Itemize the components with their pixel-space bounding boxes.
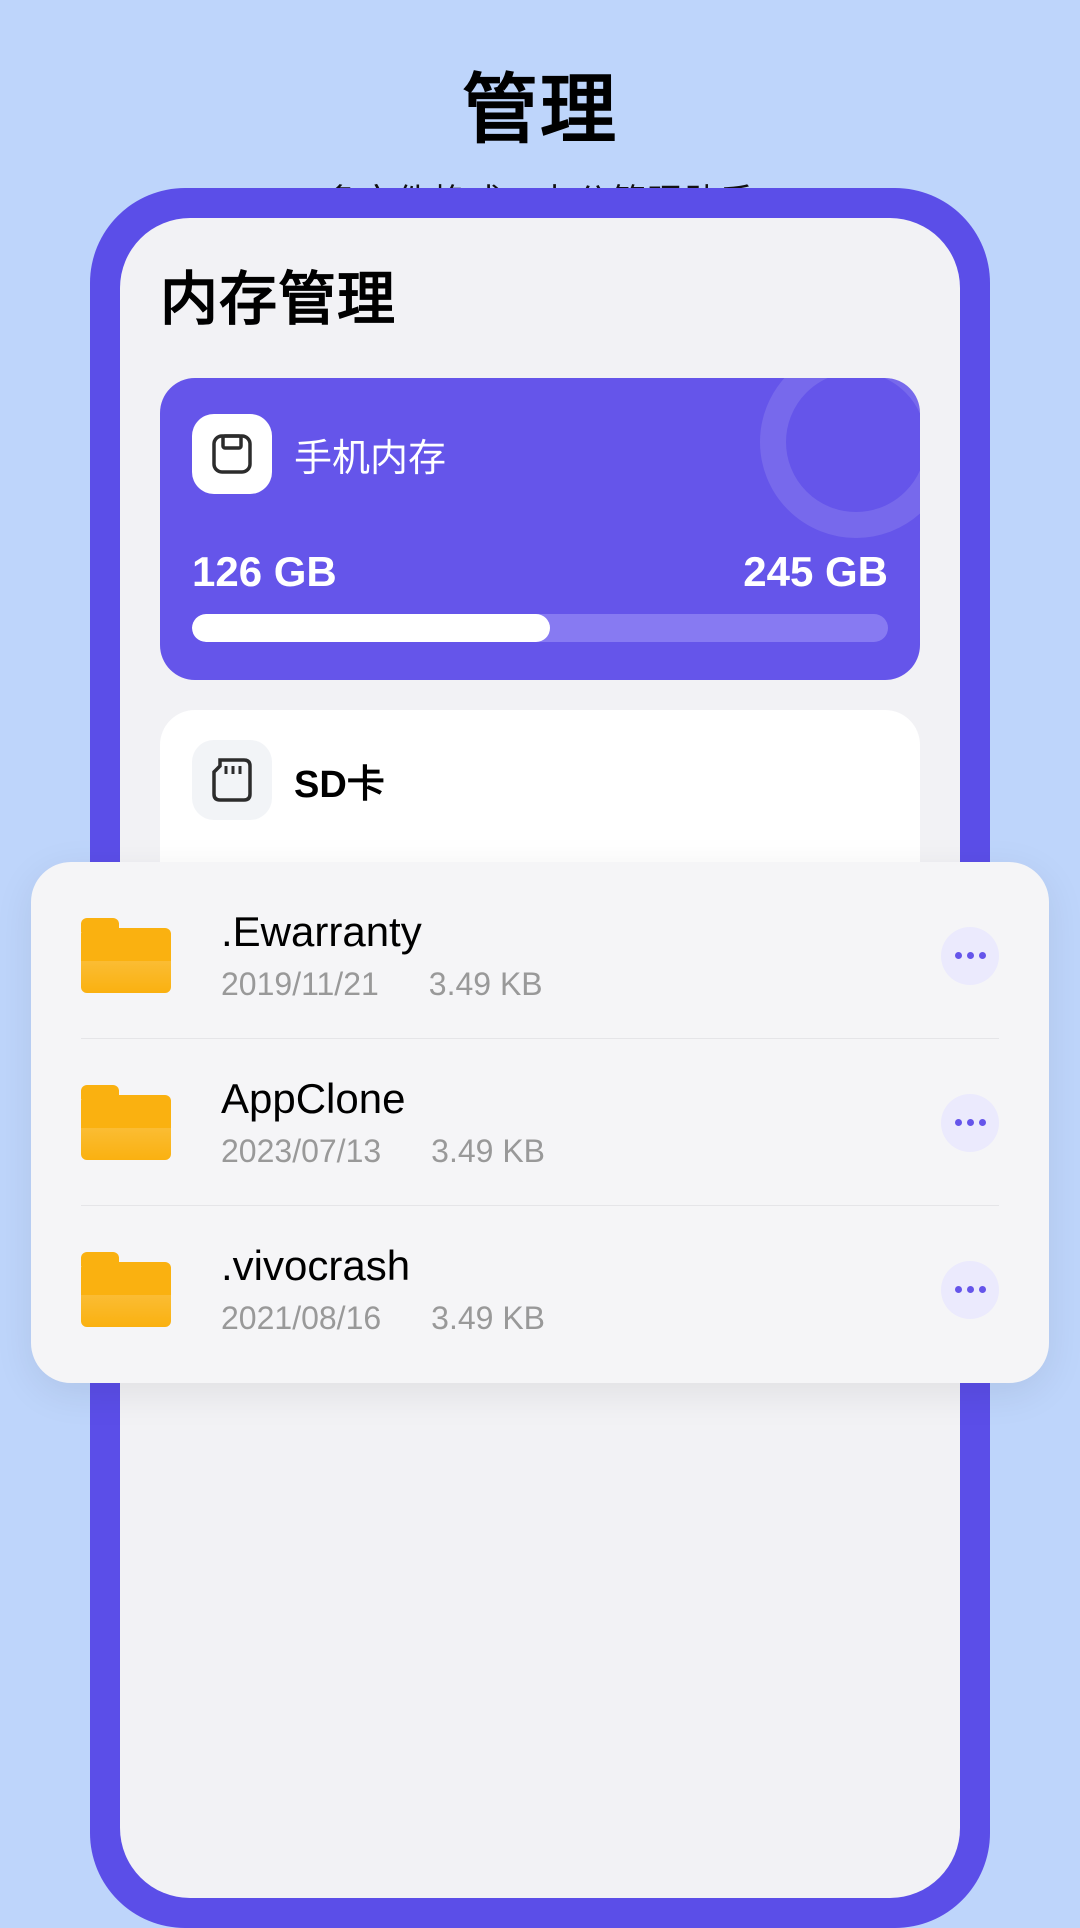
folder-icon bbox=[81, 1252, 171, 1327]
file-size: 3.49 KB bbox=[431, 1300, 545, 1337]
sd-label: SD卡 bbox=[294, 753, 385, 808]
storage-header: 手机内存 bbox=[192, 414, 888, 494]
sd-header: SD卡 bbox=[192, 740, 888, 820]
file-info: .Ewarranty 2019/11/21 3.49 KB bbox=[221, 908, 941, 1003]
file-info: AppClone 2023/07/13 3.49 KB bbox=[221, 1075, 941, 1170]
storage-progress-bar bbox=[192, 614, 888, 642]
page-title: 管理 bbox=[0, 48, 1080, 158]
file-name: AppClone bbox=[221, 1075, 941, 1123]
file-info: .vivocrash 2021/08/16 3.49 KB bbox=[221, 1242, 941, 1337]
screen-title: 内存管理 bbox=[160, 252, 920, 336]
storage-values: 126 GB 245 GB bbox=[192, 548, 888, 596]
storage-total: 245 GB bbox=[743, 548, 888, 596]
file-name: .vivocrash bbox=[221, 1242, 941, 1290]
disk-icon bbox=[192, 414, 272, 494]
file-date: 2019/11/21 bbox=[221, 966, 379, 1003]
folder-icon bbox=[81, 918, 171, 993]
storage-used: 126 GB bbox=[192, 548, 337, 596]
more-button[interactable] bbox=[941, 1094, 999, 1152]
file-name: .Ewarranty bbox=[221, 908, 941, 956]
file-date: 2021/08/16 bbox=[221, 1300, 381, 1337]
sd-card-icon bbox=[192, 740, 272, 820]
file-date: 2023/07/13 bbox=[221, 1133, 381, 1170]
folder-icon bbox=[81, 1085, 171, 1160]
file-meta: 2021/08/16 3.49 KB bbox=[221, 1300, 941, 1337]
storage-label: 手机内存 bbox=[294, 427, 446, 482]
phone-storage-card[interactable]: 手机内存 126 GB 245 GB bbox=[160, 378, 920, 680]
file-size: 3.49 KB bbox=[431, 1133, 545, 1170]
file-item[interactable]: .Ewarranty 2019/11/21 3.49 KB bbox=[31, 872, 1049, 1039]
more-button[interactable] bbox=[941, 1261, 999, 1319]
file-size: 3.49 KB bbox=[429, 966, 543, 1003]
file-item[interactable]: AppClone 2023/07/13 3.49 KB bbox=[31, 1039, 1049, 1206]
file-meta: 2023/07/13 3.49 KB bbox=[221, 1133, 941, 1170]
more-button[interactable] bbox=[941, 927, 999, 985]
file-list-panel: .Ewarranty 2019/11/21 3.49 KB AppClone 2… bbox=[31, 862, 1049, 1383]
storage-progress-fill bbox=[192, 614, 550, 642]
file-meta: 2019/11/21 3.49 KB bbox=[221, 966, 941, 1003]
file-item[interactable]: .vivocrash 2021/08/16 3.49 KB bbox=[31, 1206, 1049, 1373]
